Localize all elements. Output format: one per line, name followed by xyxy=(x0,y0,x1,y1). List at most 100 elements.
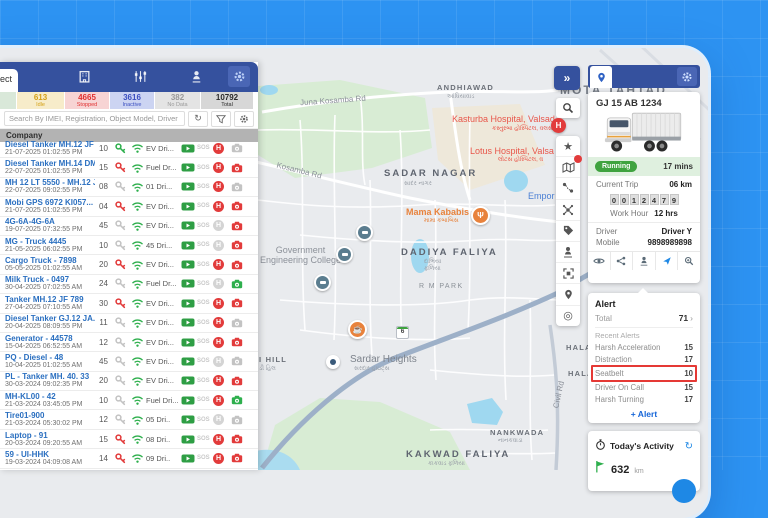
hotel-marker[interactable] xyxy=(356,224,373,241)
zoom-to-vehicle-icon[interactable] xyxy=(678,252,700,270)
camera-icon[interactable] xyxy=(229,453,245,463)
harsh-event-badge[interactable]: H xyxy=(213,395,224,406)
alert-row[interactable]: Harsh Turning 17 xyxy=(595,394,693,406)
vehicle-name[interactable]: MH-KL00 - 42 xyxy=(5,392,95,401)
vehicle-row[interactable]: PL - Tanker MH. 40. 33 30-03-2024 09:02:… xyxy=(0,372,258,391)
vehicle-name[interactable]: Mobi GPS 6972 KI057... xyxy=(5,198,95,207)
video-icon[interactable] xyxy=(179,435,197,444)
driver-marker-icon[interactable] xyxy=(556,242,580,263)
tab-object[interactable]: Object xyxy=(0,69,18,92)
status-segment[interactable]: 4665 Stopped xyxy=(65,92,110,109)
vehicle-row[interactable]: Diesel Tanker MH.12 JF 7... 21-07-2025 0… xyxy=(0,139,258,158)
alert-row[interactable]: Harsh Acceleration 15 xyxy=(595,342,693,354)
video-icon[interactable] xyxy=(179,260,197,269)
harsh-event-badge[interactable]: H xyxy=(213,278,224,289)
vehicle-name[interactable]: 4G-6A-4G-6A xyxy=(5,217,95,226)
camera-icon[interactable] xyxy=(229,182,245,192)
harsh-event-badge[interactable]: H xyxy=(213,337,224,348)
sos-label[interactable]: SOS xyxy=(197,436,213,442)
sos-label[interactable]: SOS xyxy=(197,203,213,209)
vehicle-row[interactable]: PQ - Diesel - 48 10-04-2025 01:02:55 AM … xyxy=(0,352,258,371)
vehicle-name[interactable]: MH 12 LT 5550 - MH.12 JF 7... xyxy=(5,178,95,187)
driver-assign-icon[interactable] xyxy=(633,252,656,270)
vehicle-row[interactable]: MH 12 LT 5550 - MH.12 JF 7... 22-07-2025… xyxy=(0,178,258,197)
sos-label[interactable]: SOS xyxy=(197,145,213,151)
drone-icon[interactable] xyxy=(556,200,580,221)
video-icon[interactable] xyxy=(179,454,197,463)
harsh-event-badge[interactable]: H xyxy=(213,220,224,231)
cafe-marker[interactable]: ☕ xyxy=(348,320,367,339)
vehicle-row[interactable]: MH-KL00 - 42 21-03-2024 03:45:05 PM 10 F… xyxy=(0,391,258,410)
filter-sliders-icon[interactable] xyxy=(134,70,148,84)
sos-label[interactable]: SOS xyxy=(197,262,213,268)
video-icon[interactable] xyxy=(179,221,197,230)
vehicle-name[interactable]: 59 - UI-HHK xyxy=(5,450,95,459)
status-segment[interactable]: 382 No Data xyxy=(155,92,201,109)
company-icon[interactable] xyxy=(78,70,92,84)
camera-icon[interactable] xyxy=(229,298,245,308)
harsh-event-badge[interactable]: H xyxy=(213,298,224,309)
vehicle-row[interactable]: Generator - 44578 15-04-2025 06:52:55 AM… xyxy=(0,333,258,352)
map-search-button[interactable] xyxy=(556,98,580,118)
camera-icon[interactable] xyxy=(229,434,245,444)
sos-label[interactable]: SOS xyxy=(197,223,213,229)
navigate-icon[interactable] xyxy=(656,252,679,270)
harsh-event-badge[interactable]: H xyxy=(213,414,224,425)
status-segment[interactable]: 3616 Inactive xyxy=(110,92,155,109)
pin-tab-icon[interactable] xyxy=(590,66,612,88)
sos-label[interactable]: SOS xyxy=(197,242,213,248)
video-icon[interactable] xyxy=(179,318,197,327)
vehicle-name[interactable]: Milk Truck - 0497 xyxy=(5,275,95,284)
vehicle-name[interactable]: PL - Tanker MH. 40. 33 xyxy=(5,372,95,381)
sidebar-settings-gear-icon[interactable] xyxy=(228,66,250,87)
settings-gear-icon[interactable] xyxy=(234,111,254,127)
vehicle-row[interactable]: Diesel Tanker MH.14 DM... 22-07-2025 01:… xyxy=(0,158,258,177)
route-icon[interactable] xyxy=(556,178,580,199)
vehicle-name[interactable]: Diesel Tanker MH.14 DM... xyxy=(5,159,95,168)
status-segment[interactable] xyxy=(0,92,17,109)
sos-label[interactable]: SOS xyxy=(197,165,213,171)
video-icon[interactable] xyxy=(179,163,197,172)
vehicle-name[interactable]: PQ - Diesel - 48 xyxy=(5,353,95,362)
vehicle-row[interactable]: Laptop - 91 20-03-2024 09:20:55 AM 15 08… xyxy=(0,430,258,449)
alert-row[interactable]: Driver On Call 15 xyxy=(595,382,693,394)
camera-icon[interactable] xyxy=(229,415,245,425)
restaurant-marker[interactable]: Ψ xyxy=(471,206,490,225)
status-segment[interactable]: 613 Idle xyxy=(17,92,65,109)
vehicle-row[interactable]: Milk Truck - 0497 30-04-2025 07:02:55 AM… xyxy=(0,275,258,294)
vehicle-row[interactable]: 4G-6A-4G-6A 19-07-2025 07:32:55 PM 45 EV… xyxy=(0,217,258,236)
vehicle-row[interactable]: Cargo Truck - 7898 05-05-2025 01:02:55 A… xyxy=(0,255,258,274)
video-icon[interactable] xyxy=(179,182,197,191)
sos-label[interactable]: SOS xyxy=(197,339,213,345)
share-icon[interactable] xyxy=(611,252,634,270)
camera-icon[interactable] xyxy=(229,143,245,153)
vehicle-name[interactable]: Tire01-900 xyxy=(5,411,95,420)
harsh-event-badge[interactable]: H xyxy=(213,143,224,154)
refresh-icon[interactable]: ↻ xyxy=(188,111,208,127)
filter-funnel-icon[interactable] xyxy=(211,111,231,127)
camera-icon[interactable] xyxy=(229,221,245,231)
fullscreen-icon[interactable] xyxy=(556,263,580,284)
vehicle-row[interactable]: Tanker MH.12 JF 789 27-04-2025 07:10:55 … xyxy=(0,294,258,313)
chevron-right-icon[interactable]: › xyxy=(690,313,693,323)
vehicle-row[interactable]: MG - Truck 4445 21-05-2025 06:02:55 PM 1… xyxy=(0,236,258,255)
sos-label[interactable]: SOS xyxy=(197,358,213,364)
camera-icon[interactable] xyxy=(229,395,245,405)
camera-icon[interactable] xyxy=(229,163,245,173)
video-icon[interactable] xyxy=(179,396,197,405)
panel-expand-button[interactable]: » xyxy=(554,66,580,90)
harsh-event-badge[interactable]: H xyxy=(213,434,224,445)
camera-icon[interactable] xyxy=(229,240,245,250)
vehicle-name[interactable]: Diesel Tanker MH.12 JF 7... xyxy=(5,140,95,149)
camera-icon[interactable] xyxy=(229,201,245,211)
activity-refresh-icon[interactable]: ↻ xyxy=(685,441,693,452)
camera-icon[interactable] xyxy=(229,376,245,386)
camera-icon[interactable] xyxy=(229,260,245,270)
video-icon[interactable] xyxy=(179,144,197,153)
alert-row[interactable]: Distraction 17 xyxy=(595,354,693,366)
status-segment[interactable]: 10792 Total xyxy=(201,92,254,109)
video-icon[interactable] xyxy=(179,279,197,288)
harsh-event-badge[interactable]: H xyxy=(213,240,224,251)
vehicle-row[interactable]: Diesel Tanker GJ.12 JA.. 20-04-2025 08:0… xyxy=(0,314,258,333)
sos-label[interactable]: SOS xyxy=(197,397,213,403)
